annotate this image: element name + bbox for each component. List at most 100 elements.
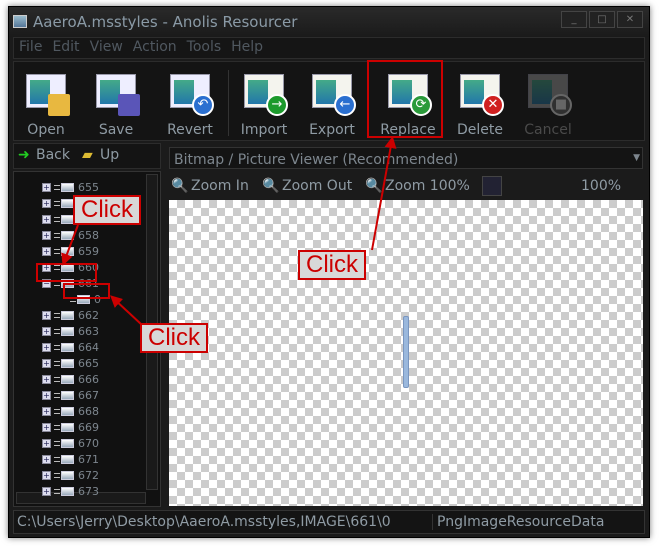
highlight-replace [367, 60, 443, 138]
expand-icon[interactable]: + [42, 343, 51, 352]
revert-button[interactable]: ↶ Revert [158, 68, 222, 140]
click-callout: Click [298, 250, 366, 280]
resource-lines-icon [54, 457, 60, 463]
image-canvas [169, 200, 643, 506]
image-resource-icon [61, 487, 74, 497]
tree-item[interactable]: +655 [42, 179, 99, 195]
import-icon: → [242, 72, 288, 116]
save-icon [94, 72, 140, 116]
menu-file[interactable]: File [14, 38, 47, 58]
tree-item[interactable]: +669 [42, 420, 99, 436]
tree-item[interactable]: +671 [42, 452, 99, 468]
zoom-in-button[interactable]: Zoom In [191, 178, 249, 194]
expand-icon[interactable]: + [42, 487, 51, 497]
tree-item[interactable]: +670 [42, 436, 99, 452]
back-button[interactable]: Back [36, 147, 70, 163]
menu-action[interactable]: Action [128, 38, 182, 58]
expand-icon[interactable]: + [42, 455, 51, 465]
import-button[interactable]: → Import [232, 68, 296, 140]
app-icon [13, 15, 27, 28]
up-folder-icon: ▰ [82, 147, 93, 163]
image-resource-icon [61, 391, 74, 401]
image-preview [403, 316, 409, 388]
tree-item[interactable]: +672 [42, 468, 99, 484]
save-button[interactable]: Save [84, 68, 148, 140]
revert-icon: ↶ [168, 72, 214, 116]
expand-icon[interactable]: + [42, 198, 51, 208]
resource-lines-icon [54, 489, 60, 495]
menu-edit[interactable]: Edit [47, 38, 84, 58]
export-icon: ← [310, 72, 356, 116]
fit-image-button[interactable] [482, 176, 502, 196]
expand-icon[interactable]: + [42, 214, 51, 224]
expand-icon[interactable]: + [42, 391, 51, 401]
expand-icon[interactable]: + [42, 439, 51, 449]
tree-item[interactable]: +659 [42, 243, 99, 259]
image-resource-icon [61, 310, 74, 320]
status-path: C:\Users\Jerry\Desktop\AaeroA.msstyles,I… [17, 514, 391, 530]
zoom-toolbar: 🔍 Zoom In 🔍 Zoom Out 🔍 Zoom 100% 100% [169, 173, 643, 199]
expand-icon[interactable]: + [42, 407, 51, 417]
maximize-button[interactable]: □ [589, 11, 615, 28]
nav-bar: ➜ Back ▰ Up [13, 143, 161, 169]
resource-lines-icon [54, 345, 60, 350]
expand-icon[interactable]: + [42, 310, 51, 320]
resource-lines-icon [54, 361, 60, 367]
expand-icon[interactable]: + [42, 471, 51, 481]
resource-lines-icon [54, 473, 60, 479]
status-type: PngImageResourceData [432, 514, 604, 530]
zoom-100-button[interactable]: Zoom 100% [385, 178, 470, 194]
status-bar: C:\Users\Jerry\Desktop\AaeroA.msstyles,I… [13, 510, 645, 534]
highlight-item-0 [63, 283, 110, 299]
image-resource-icon [61, 423, 74, 433]
close-button[interactable]: ✕ [617, 11, 643, 28]
back-icon: ➜ [18, 147, 30, 163]
toolbar-divider [228, 70, 229, 136]
image-resource-icon [61, 407, 74, 417]
image-resource-icon [61, 246, 74, 256]
expand-icon[interactable]: + [42, 246, 51, 256]
image-resource-icon [61, 230, 74, 240]
expand-icon[interactable]: + [42, 230, 51, 240]
menu-help[interactable]: Help [226, 38, 268, 58]
tree-item[interactable]: +665 [42, 356, 99, 372]
menu-tools[interactable]: Tools [182, 38, 227, 58]
zoom-out-button[interactable]: Zoom Out [282, 178, 352, 194]
tree-item[interactable]: +673 [42, 484, 99, 500]
tree-item[interactable]: +664 [42, 340, 99, 356]
resource-lines-icon [54, 393, 60, 399]
viewer-select[interactable]: Bitmap / Picture Viewer (Recommended) ▼ [169, 147, 643, 169]
tree-item[interactable]: +663 [42, 323, 99, 339]
image-resource-icon [61, 375, 74, 385]
minimize-button[interactable]: _ [561, 11, 587, 28]
image-resource-icon [61, 359, 74, 369]
expand-icon[interactable]: + [42, 359, 51, 369]
expand-icon[interactable]: + [42, 326, 51, 336]
delete-icon: ✕ [458, 72, 504, 116]
resource-lines-icon [54, 312, 60, 318]
resource-lines-icon [54, 200, 60, 206]
tree-item[interactable]: +662 [42, 307, 99, 323]
tree-item[interactable]: +668 [42, 404, 99, 420]
resource-lines-icon [54, 425, 60, 431]
tree-item[interactable]: +666 [42, 372, 99, 388]
resource-lines-icon [54, 248, 60, 254]
click-callout: Click [73, 195, 141, 225]
cancel-button[interactable]: ■ Cancel [516, 68, 580, 140]
tree-item[interactable]: +667 [42, 388, 99, 404]
zoom-out-icon: 🔍 [262, 178, 280, 194]
highlight-item-661 [36, 263, 97, 282]
resource-lines-icon [54, 328, 60, 334]
tree-item[interactable]: +658 [42, 227, 99, 243]
expand-icon[interactable]: + [42, 182, 51, 192]
expand-icon[interactable]: + [42, 375, 51, 385]
resource-lines-icon [54, 409, 60, 415]
zoom-level: 100% [581, 178, 622, 194]
open-button[interactable]: Open [14, 68, 78, 140]
menu-view[interactable]: View [85, 38, 128, 58]
resource-lines-icon [54, 441, 60, 447]
export-button[interactable]: ← Export [300, 68, 364, 140]
expand-icon[interactable]: + [42, 423, 51, 433]
up-button[interactable]: Up [100, 147, 119, 163]
delete-button[interactable]: ✕ Delete [448, 68, 512, 140]
